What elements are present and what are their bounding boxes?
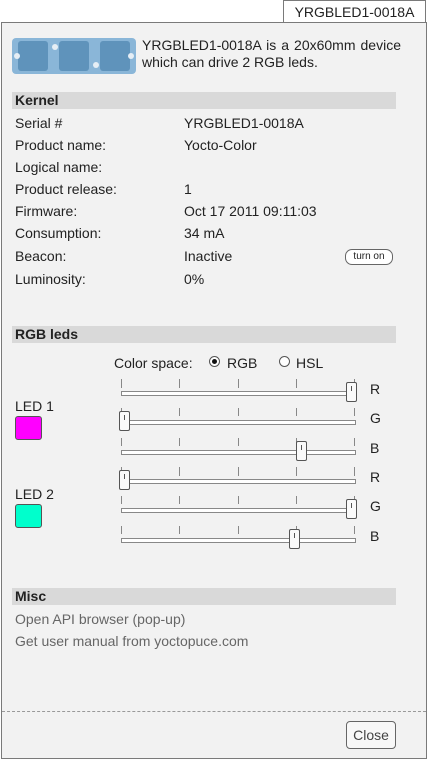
slider-tick xyxy=(237,467,239,476)
beacon-turn-on-button[interactable]: turn on xyxy=(345,249,393,265)
slider-tick xyxy=(179,438,181,446)
slider-tick xyxy=(121,526,122,534)
colorspace-hsl-radio[interactable] xyxy=(279,356,290,367)
led2-r-channel-label: R xyxy=(370,469,381,485)
consumption-value: 34 mA xyxy=(184,225,225,241)
slider-tick xyxy=(295,379,297,388)
slider-tick xyxy=(354,467,355,476)
user-manual-link[interactable]: Get user manual from yoctopuce.com xyxy=(15,633,248,650)
led2-r-slider-track[interactable] xyxy=(121,479,356,484)
slider-tick xyxy=(179,467,181,476)
slider-tick xyxy=(354,438,355,446)
slider-tick xyxy=(179,379,181,388)
led1-r-slider-track[interactable] xyxy=(121,391,356,396)
slider-tick xyxy=(179,496,181,504)
product-name-label: Product name: xyxy=(15,137,107,153)
led1-r-channel-label: R xyxy=(370,381,381,397)
firmware-value: Oct 17 2011 09:11:03 xyxy=(184,203,317,219)
device-thumbnail xyxy=(12,38,136,74)
slider-tick xyxy=(237,496,239,504)
led2-b-slider-thumb[interactable] xyxy=(289,529,301,549)
led1-b-channel-label: B xyxy=(370,440,380,456)
slider-tick xyxy=(237,526,239,534)
led2-b-slider-track[interactable] xyxy=(121,538,356,543)
led1-b-slider-track[interactable] xyxy=(121,450,356,455)
slider-tick xyxy=(121,379,122,388)
beacon-label: Beacon: xyxy=(15,248,67,264)
slider-tick xyxy=(121,438,122,446)
slider-tick xyxy=(354,526,355,534)
product-release-value: 1 xyxy=(184,181,192,197)
slider-tick xyxy=(179,526,181,534)
led1-b-slider-thumb[interactable] xyxy=(296,441,308,461)
product-name-value: Yocto-Color xyxy=(184,137,257,153)
misc-section-header: Misc xyxy=(12,588,396,605)
product-release-label: Product release: xyxy=(15,181,117,197)
led1-r-slider-thumb[interactable] xyxy=(346,382,357,402)
led2-color-swatch[interactable] xyxy=(15,504,42,528)
colorspace-rgb-label: RGB xyxy=(227,355,258,371)
kernel-section-header: Kernel xyxy=(12,92,396,109)
led2-g-channel-label: G xyxy=(370,498,381,514)
led1-g-slider-track[interactable] xyxy=(121,420,356,425)
led2-b-channel-label: B xyxy=(370,528,380,544)
device-description: YRGBLED1-0018A is a 20x60mm device which… xyxy=(142,37,401,70)
footer-divider xyxy=(2,711,426,712)
slider-tick xyxy=(179,408,181,416)
logical-name-label: Logical name: xyxy=(15,159,103,175)
luminosity-value: 0% xyxy=(184,271,205,287)
consumption-label: Consumption: xyxy=(15,225,102,241)
led1-g-channel-label: G xyxy=(370,410,381,426)
luminosity-label: Luminosity: xyxy=(15,271,86,287)
slider-tick xyxy=(295,467,297,476)
led2-r-slider-thumb[interactable] xyxy=(119,470,130,490)
slider-tick xyxy=(237,438,239,446)
open-api-browser-link[interactable]: Open API browser (pop-up) xyxy=(15,611,185,628)
slider-tick xyxy=(295,496,297,504)
led1-label: LED 1 xyxy=(15,398,54,414)
slider-tick xyxy=(295,408,297,416)
rgb-section-header: RGB leds xyxy=(12,326,396,343)
device-tab[interactable]: YRGBLED1-0018A xyxy=(283,0,426,23)
beacon-value: Inactive xyxy=(184,248,233,264)
slider-tick xyxy=(237,379,239,388)
firmware-label: Firmware: xyxy=(15,203,78,219)
slider-tick xyxy=(237,408,239,416)
slider-tick xyxy=(354,408,355,416)
close-button[interactable]: Close xyxy=(346,721,396,749)
led2-label: LED 2 xyxy=(15,486,54,502)
slider-tick xyxy=(121,496,122,504)
led1-color-swatch[interactable] xyxy=(15,416,42,440)
serial-label: Serial # xyxy=(15,115,63,131)
colorspace-rgb-radio[interactable] xyxy=(209,356,220,367)
led2-g-slider-thumb[interactable] xyxy=(346,499,357,519)
led2-g-slider-track[interactable] xyxy=(121,508,356,513)
colorspace-label: Color space: xyxy=(114,355,193,371)
serial-value: YRGBLED1-0018A xyxy=(184,115,304,131)
led1-g-slider-thumb[interactable] xyxy=(119,411,130,431)
colorspace-hsl-label: HSL xyxy=(296,355,324,371)
